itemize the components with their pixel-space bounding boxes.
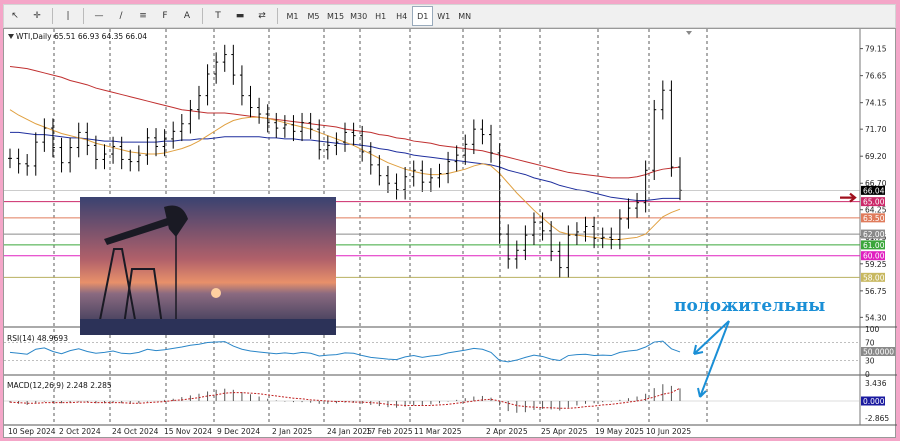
level-tag-label: 60.00 xyxy=(863,252,885,261)
shapes-icon[interactable]: ▬ xyxy=(229,6,251,26)
price-axis-label: 59.25 xyxy=(865,260,887,269)
level-tag-label: 61.00 xyxy=(863,241,885,250)
annotation-text: положительны xyxy=(674,296,825,316)
toolbar-separator xyxy=(202,8,203,24)
oil-pump-photo xyxy=(80,197,336,335)
timeframe-h1-button[interactable]: H1 xyxy=(370,6,391,26)
rsi-axis-label: 100 xyxy=(865,325,880,334)
date-axis-label: 19 May 2025 xyxy=(595,427,644,436)
horizontal-line-icon[interactable]: — xyxy=(88,6,110,26)
fibonacci-icon[interactable]: F xyxy=(154,6,176,26)
price-axis-label: 69.20 xyxy=(865,152,887,161)
photo-sky xyxy=(80,197,336,335)
price-axis-label: 71.70 xyxy=(865,125,887,134)
macd-label: MACD(12,26,9) 2.248 2.285 xyxy=(7,381,112,390)
price-axis-label: 74.15 xyxy=(865,99,887,108)
macd-axis-label: -2.865 xyxy=(865,414,889,423)
date-axis-label: 10 Sep 2024 xyxy=(8,427,56,436)
timeframe-w1-button[interactable]: W1 xyxy=(433,6,454,26)
label-icon[interactable]: T xyxy=(207,6,229,26)
rsi-axis-label: 0 xyxy=(865,370,870,379)
level-tag-label: 62.00 xyxy=(863,230,885,239)
date-axis-label: 15 Nov 2024 xyxy=(164,427,212,436)
symbol-label: WTI,Daily xyxy=(16,32,52,41)
date-axis-label: 11 Mar 2025 xyxy=(414,427,462,436)
annotation-arrow-icon xyxy=(697,320,730,398)
arrows-icon[interactable]: ⇄ xyxy=(251,6,273,26)
shift-marker-icon[interactable] xyxy=(686,31,692,35)
timeframe-m30-button[interactable]: M30 xyxy=(347,6,370,26)
current-price-label: 66.04 xyxy=(863,186,885,195)
macd-zero-label: 0.000 xyxy=(863,397,885,406)
toolbar-separator xyxy=(52,8,53,24)
symbol-menu-icon[interactable] xyxy=(8,34,14,39)
timeframe-h4-button[interactable]: H4 xyxy=(391,6,412,26)
date-axis-label: 2 Oct 2024 xyxy=(59,427,101,436)
timeframe-mn-button[interactable]: MN xyxy=(454,6,475,26)
photo-ground xyxy=(80,319,336,335)
timeframe-m5-button[interactable]: M5 xyxy=(303,6,324,26)
price-axis-label: 79.15 xyxy=(865,45,887,54)
date-axis-label: 25 Apr 2025 xyxy=(541,427,588,436)
app-window: ↖ ✛ | — ∕ ≡ F A T ▬ ⇄ M1 M5 M15 M30 H1 H4 D1 W1 MN 79.15 76.… xyxy=(0,0,900,441)
toolbar-separator xyxy=(277,8,278,24)
chart-window[interactable]: 79.1576.6574.1571.7069.2066.7064.2561.75… xyxy=(3,28,897,439)
price-axis-label: 76.65 xyxy=(865,72,887,81)
rsi-label: RSI(14) 48.9693 xyxy=(7,334,68,343)
date-axis-label: 9 Dec 2024 xyxy=(217,427,260,436)
rsi-line xyxy=(9,340,681,363)
level-tag-label: 65.00 xyxy=(863,198,885,207)
date-axis-label: 24 Oct 2024 xyxy=(112,427,159,436)
cursor-icon[interactable]: ↖ xyxy=(4,6,26,26)
text-icon[interactable]: A xyxy=(176,6,198,26)
rsi-axis-label: 30 xyxy=(865,357,875,366)
moving-average-line xyxy=(9,65,681,179)
timeframe-m1-button[interactable]: M1 xyxy=(282,6,303,26)
price-axis-label: 56.75 xyxy=(865,287,887,296)
trendline-icon[interactable]: ∕ xyxy=(110,6,132,26)
toolbar: ↖ ✛ | — ∕ ≡ F A T ▬ ⇄ M1 M5 M15 M30 H1 H4 D1 W1 MN xyxy=(3,4,896,28)
ohlc-values: 65.51 66.93 64.35 66.04 xyxy=(53,32,148,41)
vertical-line-icon[interactable]: | xyxy=(57,6,79,26)
rsi-axis-label: 70 xyxy=(865,339,875,348)
date-axis-label: 2 Apr 2025 xyxy=(486,427,528,436)
price-chart[interactable]: 79.1576.6574.1571.7069.2066.7064.2561.75… xyxy=(4,29,897,439)
date-axis-label: 17 Feb 2025 xyxy=(366,427,413,436)
sun-icon xyxy=(211,288,221,298)
timeframe-d1-button[interactable]: D1 xyxy=(412,6,434,26)
timeframe-m15-button[interactable]: M15 xyxy=(324,6,347,26)
arrow-icon xyxy=(840,192,857,203)
macd-signal-line xyxy=(9,387,681,409)
date-axis-label: 2 Jan 2025 xyxy=(272,427,312,436)
channel-icon[interactable]: ≡ xyxy=(132,6,154,26)
level-tag-label: 63.50 xyxy=(863,214,885,223)
rsi-current-label: 50.0000 xyxy=(863,348,894,357)
level-tag-label: 58.00 xyxy=(863,273,885,282)
date-axis-label: 10 Jun 2025 xyxy=(646,427,691,436)
macd-axis-label: 3.436 xyxy=(865,379,887,388)
toolbar-separator xyxy=(83,8,84,24)
price-axis-label: 54.30 xyxy=(865,313,887,322)
crosshair-icon[interactable]: ✛ xyxy=(26,6,48,26)
